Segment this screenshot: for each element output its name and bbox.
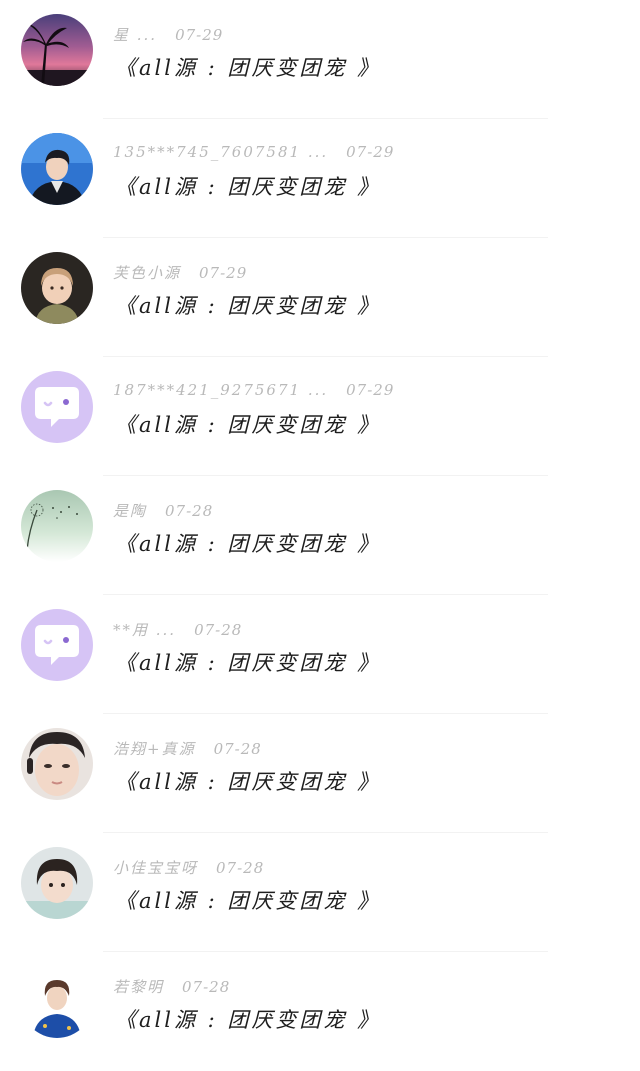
avatar[interactable] (21, 252, 93, 324)
dandelion-avatar (21, 490, 93, 562)
sunset-palm-avatar (21, 14, 93, 86)
avatar[interactable] (21, 133, 93, 205)
comment-date: 07-29 (175, 26, 224, 44)
suit-portrait-avatar (21, 133, 93, 205)
avatar[interactable] (21, 371, 93, 443)
comment-text: 《all源 : 团厌变团宠 》 (115, 532, 382, 556)
comment-date: 07-29 (199, 264, 248, 282)
comment-item[interactable]: 浩翔+真源 07-28 《all源 : 团厌变团宠 》 (0, 714, 640, 833)
comment-text: 《all源 : 团厌变团宠 》 (115, 56, 382, 80)
comment-text: 《all源 : 团厌变团宠 》 (115, 413, 382, 437)
username[interactable]: 135***745_7607581 ... (113, 143, 328, 161)
comment-meta: 是陶 07-28 (113, 500, 213, 520)
avatar[interactable] (21, 847, 93, 919)
comment-date: 07-28 (213, 740, 262, 758)
comment-date: 07-29 (346, 143, 395, 161)
default-chat-bubble-avatar (21, 371, 93, 443)
avatar[interactable] (21, 966, 93, 1038)
comment-text: 《all源 : 团厌变团宠 》 (115, 770, 382, 794)
face-closeup-avatar (21, 728, 93, 800)
comment-item[interactable]: 若黎明 07-28 《all源 : 团厌变团宠 》 (0, 952, 640, 1071)
comment-meta: 小佳宝宝呀 07-28 (113, 857, 264, 877)
comment-meta: 187***421_9275671 ... 07-29 (113, 381, 394, 401)
avatar[interactable] (21, 728, 93, 800)
username[interactable]: 是陶 (113, 502, 147, 520)
comment-item[interactable]: 芙色小源 07-29 《all源 : 团厌变团宠 》 (0, 238, 640, 357)
comment-item[interactable]: 星 ... 07-29 《all源 : 团厌变团宠 》 (0, 0, 640, 119)
comment-text: 《all源 : 团厌变团宠 》 (115, 294, 382, 318)
username[interactable]: **用 ... (113, 621, 176, 639)
comment-text: 《all源 : 团厌变团宠 》 (115, 175, 382, 199)
username[interactable]: 星 ... (113, 26, 157, 44)
comment-item[interactable]: 135***745_7607581 ... 07-29 《all源 : 团厌变团宠… (0, 119, 640, 238)
username[interactable]: 小佳宝宝呀 (113, 859, 198, 877)
comment-text: 《all源 : 团厌变团宠 》 (115, 651, 382, 675)
comment-text: 《all源 : 团厌变团宠 》 (115, 1008, 382, 1032)
comment-meta: 浩翔+真源 07-28 (113, 738, 262, 758)
username[interactable]: 187***421_9275671 ... (113, 381, 328, 399)
child-portrait-avatar (21, 847, 93, 919)
comment-text: 《all源 : 团厌变团宠 》 (115, 889, 382, 913)
comment-date: 07-28 (165, 502, 214, 520)
comment-date: 07-28 (216, 859, 265, 877)
comment-meta: 若黎明 07-28 (113, 976, 230, 996)
comment-date: 07-28 (182, 978, 231, 996)
comment-item[interactable]: 187***421_9275671 ... 07-29 《all源 : 团厌变团宠… (0, 357, 640, 476)
default-chat-bubble-avatar (21, 609, 93, 681)
blue-jacket-portrait-avatar (21, 966, 93, 1038)
comment-meta: 星 ... 07-29 (113, 24, 223, 44)
comment-item[interactable]: 是陶 07-28 《all源 : 团厌变团宠 》 (0, 476, 640, 595)
username[interactable]: 浩翔+真源 (113, 740, 196, 758)
avatar[interactable] (21, 490, 93, 562)
comment-meta: **用 ... 07-28 (113, 619, 242, 639)
baby-portrait-avatar (21, 252, 93, 324)
username[interactable]: 芙色小源 (113, 264, 181, 282)
comment-item[interactable]: **用 ... 07-28 《all源 : 团厌变团宠 》 (0, 595, 640, 714)
avatar[interactable] (21, 14, 93, 86)
comment-meta: 芙色小源 07-29 (113, 262, 247, 282)
comment-item[interactable]: 小佳宝宝呀 07-28 《all源 : 团厌变团宠 》 (0, 833, 640, 952)
comment-meta: 135***745_7607581 ... 07-29 (113, 143, 394, 163)
username[interactable]: 若黎明 (113, 978, 164, 996)
avatar[interactable] (21, 609, 93, 681)
comment-date: 07-28 (194, 621, 243, 639)
comment-date: 07-29 (346, 381, 395, 399)
